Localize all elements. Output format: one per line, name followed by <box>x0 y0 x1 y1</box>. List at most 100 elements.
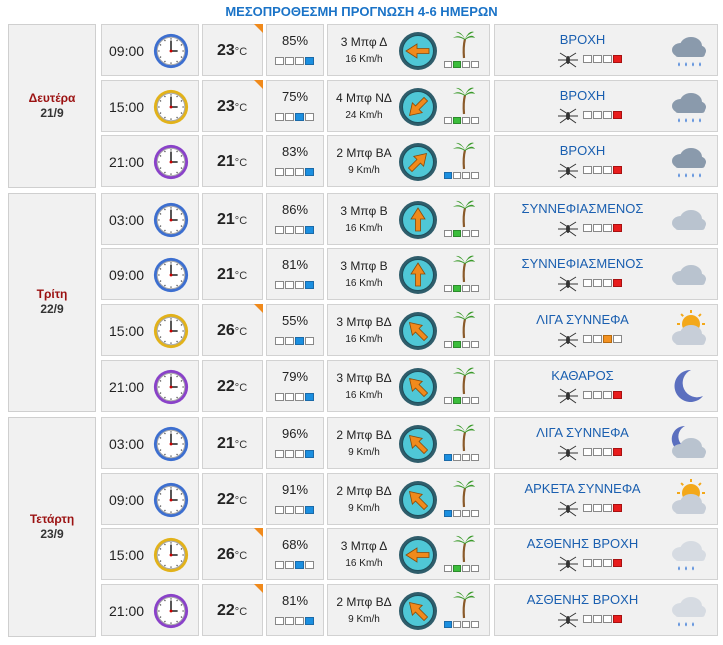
mosquito-level-bar <box>583 279 622 288</box>
wind-force: 2 Μπφ ΒΔ <box>336 483 392 498</box>
moon-cloud-icon <box>667 423 707 463</box>
condition-cell: ΣΥΝΝΕΦΙΑΣΜΕΝΟΣ <box>494 192 718 245</box>
palm-tree-icon <box>452 253 476 283</box>
humidity-cell: 68% <box>266 528 324 581</box>
temperature-value: 23°C <box>217 42 248 59</box>
cloud-icon <box>667 199 707 239</box>
clock-icon <box>152 256 190 294</box>
day-block: Δευτέρα 21/9 09:00 23°C 85% 3 Μπφ Δ 16 Km/h ΒΡΟ… <box>8 24 718 191</box>
humidity-level-bar <box>275 225 314 234</box>
wind-force: 3 Μπφ Δ <box>340 35 388 49</box>
time-label: 21:00 <box>109 154 145 171</box>
condition-cell: ΑΡΚΕΤΑ ΣΥΝΝΕΦΑ <box>494 472 718 525</box>
temperature-cell: 22°C <box>202 583 263 636</box>
wind-cell: 4 Μπφ ΝΔ 24 Km/h <box>327 79 490 132</box>
clock-icon <box>152 312 190 350</box>
forecast-row: 21:00 22°C 79% 3 Μπφ ΒΔ 16 Km/h ΚΑΘΑΡΟΣ <box>101 359 718 412</box>
wind-level-bar <box>444 396 479 404</box>
condition-label: ΒΡΟΧΗ <box>559 87 606 103</box>
clock-icon <box>152 88 190 126</box>
corner-flag-icon <box>254 303 263 313</box>
wind-cell: 3 Μπφ Β 16 Km/h <box>327 192 490 245</box>
humidity-level-bar <box>275 112 314 121</box>
forecast-row: 21:00 21°C 83% 2 Μπφ ΒΑ 9 Km/h ΒΡΟΧΗ <box>101 135 718 188</box>
wind-cell: 3 Μπφ Β 16 Km/h <box>327 248 490 301</box>
day-date: 22/9 <box>40 302 64 317</box>
humidity-value: 83% <box>281 144 309 160</box>
mosquito-icon <box>557 276 579 292</box>
time-cell: 15:00 <box>101 528 199 581</box>
clock-icon <box>152 592 190 630</box>
temperature-cell: 21°C <box>202 417 263 470</box>
clock-icon <box>152 143 190 181</box>
temperature-cell: 22°C <box>202 359 263 412</box>
page-title: ΜΕΣΟΠΡΟΘΕΣΜΗ ΠΡΟΓΝΩΣΗ 4-6 ΗΜΕΡΩΝ <box>225 4 498 19</box>
corner-flag-icon <box>254 24 263 33</box>
time-label: 09:00 <box>109 491 145 508</box>
wind-cell: 3 Μπφ Δ 16 Km/h <box>327 528 490 581</box>
wind-force: 3 Μπφ ΒΔ <box>336 370 392 385</box>
sun-cloud-icon <box>667 309 707 350</box>
humidity-cell: 91% <box>266 472 324 525</box>
day-name: Τρίτη <box>36 287 68 302</box>
mosquito-icon <box>557 612 579 628</box>
humidity-value: 75% <box>281 88 309 104</box>
day-block: Τετάρτη 23/9 03:00 21°C 96% 2 Μπφ ΒΔ 9 Km/h ΛΙΓ… <box>8 417 718 639</box>
humidity-level-bar <box>275 450 314 459</box>
humidity-cell: 81% <box>266 583 324 636</box>
forecast-row: 09:00 23°C 85% 3 Μπφ Δ 16 Km/h ΒΡΟΧΗ <box>101 24 718 76</box>
condition-cell: ΒΡΟΧΗ <box>494 79 718 132</box>
light-rain-icon <box>667 534 707 574</box>
rain-icon <box>667 30 707 70</box>
wind-level-bar <box>444 229 479 237</box>
mosquito-icon <box>557 332 579 348</box>
humidity-value: 85% <box>281 33 309 48</box>
temperature-cell: 21°C <box>202 248 263 301</box>
condition-cell: ΒΡΟΧΗ <box>494 135 718 188</box>
forecast-row: 09:00 21°C 81% 3 Μπφ Β 16 Km/h ΣΥΝΝΕΦΙΑΣΜΕΝΟΣ <box>101 248 718 301</box>
time-label: 15:00 <box>109 547 145 564</box>
clock-icon <box>152 425 190 463</box>
mosquito-level-bar <box>583 503 622 512</box>
wind-speed: 16 Km/h <box>345 54 383 65</box>
mosquito-level-bar <box>583 334 622 343</box>
time-cell: 21:00 <box>101 135 199 188</box>
mosquito-icon <box>557 52 579 68</box>
temperature-cell: 26°C <box>202 528 263 581</box>
day-name: Τετάρτη <box>29 511 75 526</box>
wind-cell: 3 Μπφ Δ 16 Km/h <box>327 24 490 76</box>
time-cell: 21:00 <box>101 359 199 412</box>
wind-cell: 3 Μπφ ΒΔ 16 Km/h <box>327 303 490 356</box>
wind-force: 3 Μπφ Β <box>340 259 388 274</box>
humidity-level-bar <box>275 616 314 625</box>
palm-tree-icon <box>452 533 476 563</box>
wind-direction-icon <box>398 535 438 575</box>
wind-speed: 16 Km/h <box>345 389 383 401</box>
wind-speed: 24 Km/h <box>345 109 383 121</box>
wind-level-bar <box>444 565 479 573</box>
wind-level-bar <box>444 340 479 348</box>
time-cell: 15:00 <box>101 79 199 132</box>
time-cell: 03:00 <box>101 192 199 245</box>
condition-cell: ΑΣΘΕΝΗΣ ΒΡΟΧΗ <box>494 528 718 581</box>
condition-label: ΑΡΚΕΤΑ ΣΥΝΝΕΦΑ <box>524 480 641 496</box>
time-label: 15:00 <box>109 98 145 115</box>
time-cell: 03:00 <box>101 417 199 470</box>
wind-direction-icon <box>398 31 438 71</box>
humidity-level-bar <box>275 57 314 65</box>
mosquito-level-bar <box>583 55 622 63</box>
mosquito-level-bar <box>583 390 622 399</box>
mosquito-icon <box>557 388 579 404</box>
day-cell: Τετάρτη 23/9 <box>8 417 96 637</box>
forecast-row: 15:00 26°C 68% 3 Μπφ Δ 16 Km/h ΑΣΘΕΝΗΣ ΒΡΟΧΗ <box>101 528 718 581</box>
clock-icon <box>152 481 190 519</box>
humidity-value: 91% <box>281 481 309 497</box>
humidity-value: 79% <box>281 368 309 384</box>
time-label: 15:00 <box>109 322 145 339</box>
palm-tree-icon <box>452 478 476 508</box>
corner-flag-icon <box>254 79 263 89</box>
day-date: 21/9 <box>40 105 64 120</box>
temperature-cell: 23°C <box>202 24 263 76</box>
wind-speed: 16 Km/h <box>345 222 383 234</box>
temperature-value: 21°C <box>217 210 248 228</box>
